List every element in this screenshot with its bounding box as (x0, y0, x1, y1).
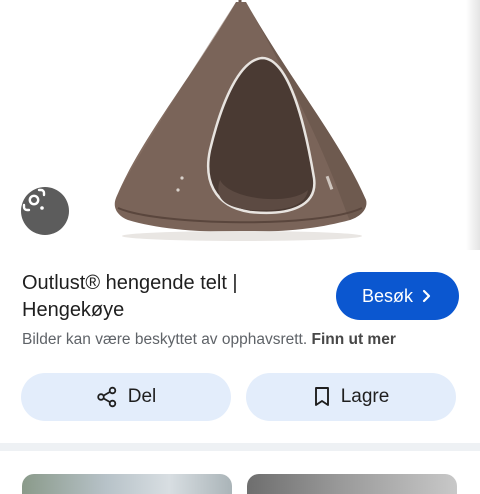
lens-button[interactable] (21, 187, 69, 235)
share-button[interactable]: Del (21, 373, 231, 421)
google-lens-icon (22, 188, 46, 212)
tent-image (114, 0, 367, 241)
product-title: Outlust® hengende telt | Hengekøye (22, 270, 322, 324)
share-icon (97, 386, 116, 408)
copyright-notice: Bilder kan være beskyttet av opphavsrett… (22, 331, 396, 349)
save-button[interactable]: Lagre (246, 373, 456, 421)
share-label: Del (127, 386, 157, 407)
image-preview[interactable] (0, 0, 480, 250)
title-line-2: Hengekøye (22, 299, 125, 321)
learn-more-link[interactable]: Finn ut mer (311, 331, 395, 348)
title-line-1: Outlust® hengende telt | (22, 272, 238, 294)
edge-shadow (466, 0, 480, 250)
related-image-thumbnail[interactable] (22, 474, 232, 494)
section-divider (0, 443, 480, 451)
visit-button[interactable]: Besøk (336, 272, 459, 320)
bookmark-icon (314, 387, 329, 406)
visit-label: Besøk (361, 285, 413, 306)
related-image-thumbnail[interactable] (247, 474, 457, 494)
chevron-right-icon (422, 289, 431, 303)
copyright-text: Bilder kan være beskyttet av opphavsrett… (22, 331, 308, 348)
save-label: Lagre (340, 386, 390, 407)
